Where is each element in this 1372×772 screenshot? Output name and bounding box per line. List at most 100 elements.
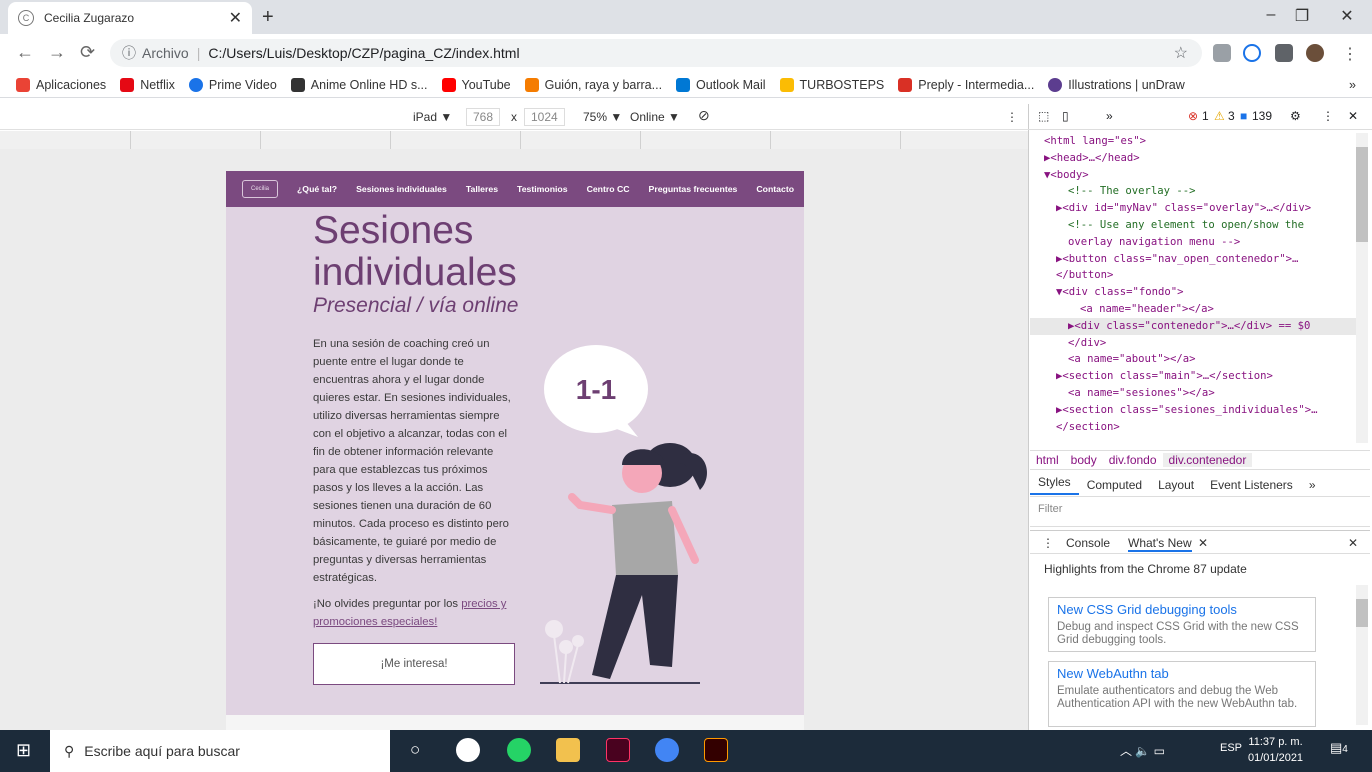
more-bookmarks-icon[interactable]: » (1349, 78, 1356, 92)
bookmark-item[interactable]: Guión, raya y barra... (524, 77, 662, 92)
dom-node-line[interactable]: ▶<div class="contenedor">…</div> == $0 (1030, 317, 1356, 335)
settings-gear-icon[interactable]: ⚙ (1290, 109, 1301, 123)
dom-node-line[interactable]: </button> (1030, 267, 1356, 284)
device-toggle-icon[interactable]: ▯ (1062, 109, 1069, 123)
breadcrumb-div-contenedor[interactable]: div.contenedor (1162, 453, 1253, 467)
windows-start-icon[interactable]: ⊞ (16, 740, 31, 761)
browser-menu-icon[interactable]: ⋮ (1342, 44, 1358, 64)
dom-scrollbar[interactable] (1356, 133, 1368, 443)
interest-button[interactable]: ¡Me interesa! (313, 643, 515, 685)
tab-console[interactable]: Console (1066, 536, 1110, 550)
device-toolbar-menu-icon[interactable]: ⋮ (1006, 110, 1018, 124)
bookmark-item[interactable]: Anime Online HD s... (290, 77, 428, 92)
nav-link-centro-cc[interactable]: Centro CC (587, 184, 630, 194)
tab-layout[interactable]: Layout (1150, 478, 1202, 492)
bookmark-item[interactable]: Illustrations | unDraw (1048, 77, 1185, 92)
hp-icon[interactable] (456, 738, 480, 762)
warning-count[interactable]: 3 (1228, 109, 1235, 123)
dom-node-line[interactable]: ▶<button class="nav_open_contenedor">… (1030, 251, 1356, 268)
dom-node-line[interactable]: <a name="about"></a> (1030, 351, 1356, 368)
more-panels-icon[interactable]: » (1106, 109, 1113, 123)
address-bar[interactable]: ⓘ Archivo | C:/Users/Luis/Desktop/CZP/pa… (110, 39, 1202, 67)
new-tab-button[interactable]: + (262, 6, 274, 29)
whats-new-close-icon[interactable]: ✕ (1198, 536, 1208, 550)
inspect-element-icon[interactable]: ⬚ (1038, 109, 1049, 123)
language-indicator[interactable]: ESP (1220, 742, 1242, 754)
maximize-button[interactable]: ❐ (1287, 6, 1317, 26)
news-title[interactable]: New CSS Grid debugging tools (1057, 602, 1307, 617)
nav-link-que-tal[interactable]: ¿Qué tal? (297, 184, 337, 194)
file-explorer-icon[interactable] (556, 738, 580, 762)
taskbar-clock[interactable]: 11:37 p. m. 01/01/2021 (1248, 734, 1303, 766)
device-width-input[interactable]: 768 (466, 108, 501, 126)
bookmark-item[interactable]: Outlook Mail (676, 77, 766, 92)
nav-link-sesiones[interactable]: Sesiones individuales (356, 184, 447, 194)
dom-node-line[interactable]: overlay navigation menu --> (1030, 234, 1356, 251)
dom-node-line[interactable]: </div> (1030, 335, 1356, 352)
devtools-menu-icon[interactable]: ⋮ (1322, 109, 1334, 123)
bookmark-item[interactable]: Preply - Intermedia... (898, 77, 1034, 92)
reload-icon[interactable]: ⟳ (80, 42, 95, 63)
extension-loop-icon[interactable] (1243, 44, 1261, 62)
task-view-icon[interactable]: ○ (410, 740, 420, 760)
bookmark-star-icon[interactable]: ☆ (1174, 43, 1188, 63)
zoom-select[interactable]: 75% ▼ (583, 110, 622, 124)
dom-node-line[interactable]: ▶<head>…</head> (1030, 150, 1356, 167)
forward-arrow-icon[interactable]: → (48, 42, 66, 63)
drawer-scrollbar[interactable] (1356, 585, 1368, 725)
news-card[interactable]: New CSS Grid debugging tools Debug and i… (1048, 597, 1316, 652)
bookmark-item[interactable]: Prime Video (188, 77, 277, 92)
bookmark-item[interactable]: YouTube (441, 77, 511, 92)
dom-node-line[interactable]: ▼<body> (1030, 167, 1356, 184)
back-arrow-icon[interactable]: ← (16, 42, 34, 63)
whatsapp-icon[interactable] (507, 738, 531, 762)
breadcrumb-html[interactable]: html (1030, 453, 1065, 467)
dom-node-line[interactable]: <!-- The overlay --> (1030, 183, 1356, 200)
system-tray-icons[interactable]: ︿ 🔈 ▭ (1120, 742, 1165, 759)
nav-link-contacto[interactable]: Contacto (756, 184, 794, 194)
indesign-icon[interactable] (606, 738, 630, 762)
bookmark-item[interactable]: Aplicaciones (16, 77, 106, 92)
dom-node-line[interactable]: </section> (1030, 419, 1356, 436)
tab-computed[interactable]: Computed (1079, 478, 1150, 492)
dom-node-line[interactable]: <!-- Use any element to open/show the (1030, 217, 1356, 234)
device-height-input[interactable]: 1024 (524, 108, 565, 126)
dom-node-line[interactable]: ▶<section class="main">…</section> (1030, 368, 1356, 385)
network-throttle-select[interactable]: Online ▼ (630, 110, 680, 124)
drawer-menu-icon[interactable]: ⋮ (1042, 536, 1054, 550)
devtools-close-icon[interactable]: ✕ (1348, 109, 1358, 123)
dom-node-line[interactable]: ▶<section class="sesiones_individuales">… (1030, 402, 1356, 419)
chrome-icon[interactable] (655, 738, 679, 762)
nav-link-testimonios[interactable]: Testimonios (517, 184, 568, 194)
close-window-button[interactable]: ✕ (1332, 6, 1362, 26)
breadcrumb-div-fondo[interactable]: div.fondo (1103, 453, 1163, 467)
minimize-button[interactable]: – (1256, 6, 1286, 24)
taskbar-search[interactable]: ⚲ Escribe aquí para buscar (50, 730, 390, 772)
rotate-icon[interactable]: ⊘ (698, 107, 710, 124)
error-count[interactable]: 1 (1202, 109, 1209, 123)
bookmark-item[interactable]: TURBOSTEPS (779, 77, 884, 92)
extension-flag-icon[interactable] (1213, 44, 1231, 62)
device-select[interactable]: iPad ▼ (413, 110, 452, 124)
illustrator-icon[interactable] (704, 738, 728, 762)
tab-styles[interactable]: Styles (1030, 475, 1079, 495)
tab-event-listeners[interactable]: Event Listeners (1202, 478, 1301, 492)
browser-tab[interactable]: C Cecilia Zugarazo ✕ (8, 2, 252, 34)
notification-icon[interactable]: ▤4 (1330, 740, 1348, 756)
site-logo[interactable]: Cecilia (242, 180, 278, 198)
extensions-puzzle-icon[interactable] (1275, 44, 1293, 62)
tab-more[interactable]: » (1301, 478, 1324, 492)
news-card[interactable]: New WebAuthn tab Emulate authenticators … (1048, 661, 1316, 727)
profile-avatar[interactable] (1306, 44, 1324, 62)
news-title[interactable]: New WebAuthn tab (1057, 666, 1307, 681)
dom-node-line[interactable]: <a name="sesiones"></a> (1030, 385, 1356, 402)
tab-close-icon[interactable]: ✕ (229, 8, 242, 28)
nav-link-talleres[interactable]: Talleres (466, 184, 498, 194)
dom-node-line[interactable]: ▶<div id="myNav" class="overlay">…</div> (1030, 200, 1356, 217)
styles-filter-input[interactable]: Filter (1030, 499, 1370, 527)
message-count[interactable]: 139 (1252, 109, 1272, 123)
drawer-close-icon[interactable]: ✕ (1348, 536, 1358, 550)
dom-node-line[interactable]: <a name="header"></a> (1030, 301, 1356, 318)
nav-link-preguntas[interactable]: Preguntas frecuentes (649, 184, 738, 194)
info-icon[interactable]: ⓘ (122, 43, 136, 63)
